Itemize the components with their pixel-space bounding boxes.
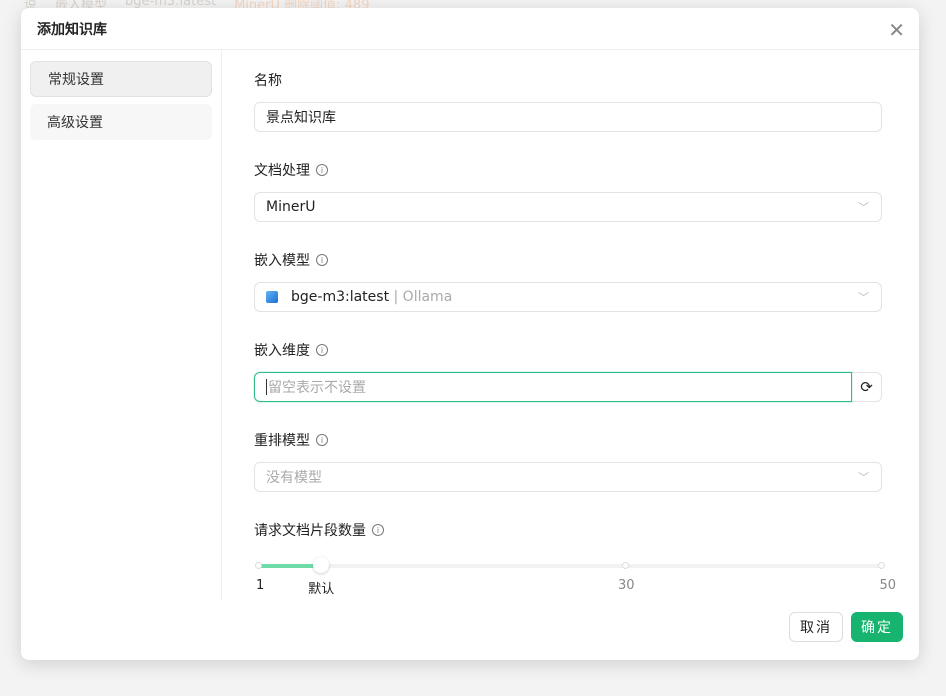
info-icon[interactable]: i: [316, 254, 328, 266]
model-cube-icon: [266, 291, 278, 303]
input-placeholder: 留空表示不设置: [268, 380, 366, 396]
chevron-down-icon: ﹀: [858, 201, 869, 214]
name-label: 名称: [254, 70, 882, 90]
form: 名称 景点知识库 文档处理 i MinerU ﹀ 嵌入模型 i bge-m3:late…: [254, 50, 896, 598]
slider-fill: [258, 564, 322, 568]
doc-processing-select[interactable]: MinerU ﹀: [254, 192, 882, 222]
cancel-button[interactable]: 取消: [789, 612, 843, 642]
slider-mark-dot: [255, 562, 262, 569]
info-icon[interactable]: i: [316, 434, 328, 446]
info-icon[interactable]: i: [316, 344, 328, 356]
sidebar-item-advanced[interactable]: 高级设置: [30, 104, 212, 140]
info-icon[interactable]: i: [316, 164, 328, 176]
info-icon[interactable]: i: [372, 524, 384, 536]
label-text: 重排模型: [254, 433, 310, 449]
chevron-down-icon: ﹀: [858, 291, 869, 304]
slider-mark-dot: [621, 562, 629, 569]
rerank-model-select[interactable]: 没有模型 ﹀: [254, 462, 882, 492]
embedding-dim-input[interactable]: 留空表示不设置: [254, 372, 852, 402]
dialog-header: 添加知识库 ✕: [21, 8, 919, 50]
confirm-button[interactable]: 确定: [851, 612, 903, 642]
mark-default: 默认: [308, 582, 335, 597]
refresh-icon[interactable]: ⟳: [852, 372, 882, 402]
model-name: bge-m3:latest: [291, 289, 390, 305]
settings-sidebar: 常规设置 高级设置: [21, 50, 222, 600]
select-value: MinerU: [266, 199, 316, 215]
mark-30: 30: [617, 578, 635, 593]
label-text: 名称: [254, 73, 282, 89]
mark-min: 1: [256, 578, 265, 593]
dialog-title: 添加知识库: [37, 21, 107, 38]
sidebar-item-general[interactable]: 常规设置: [30, 61, 212, 97]
label-text: 请求文档片段数量: [254, 523, 366, 539]
sidebar-item-label: 高级设置: [47, 115, 103, 131]
slider-track[interactable]: [258, 564, 882, 568]
close-icon[interactable]: ✕: [888, 18, 905, 42]
slider-mark-dot: [878, 562, 885, 569]
label-text: 文档处理: [254, 163, 310, 179]
chevron-down-icon: ﹀: [858, 471, 869, 484]
embedding-model-select[interactable]: bge-m3:latest | Ollama ﹀: [254, 282, 882, 312]
doc-count-slider[interactable]: [254, 557, 885, 573]
select-placeholder: 没有模型: [266, 470, 322, 486]
name-input[interactable]: 景点知识库: [254, 102, 882, 132]
slider-thumb[interactable]: [313, 557, 330, 573]
label-text: 嵌入维度: [254, 343, 310, 359]
input-value: 景点知识库: [266, 110, 336, 126]
sidebar-item-label: 常规设置: [48, 72, 104, 88]
mark-max: 50: [879, 578, 896, 593]
label-text: 嵌入模型: [254, 253, 310, 269]
add-knowledge-base-dialog: 添加知识库 ✕ 常规设置 高级设置 名称 景点知识库 文档处理 i MinerU ﹀…: [21, 8, 919, 660]
provider-name: | Ollama: [393, 289, 453, 305]
